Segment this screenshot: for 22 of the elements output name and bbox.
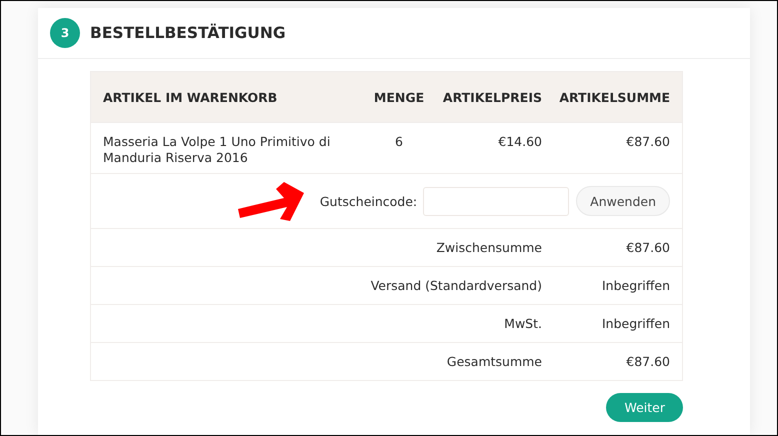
summary-label: Zwischensumme — [436, 240, 542, 256]
step-number: 3 — [50, 18, 80, 48]
line-total: €87.60 — [626, 134, 670, 150]
quantity-text: 6 — [395, 134, 403, 150]
arrow-drawing — [236, 179, 306, 223]
column-header: MENGE — [359, 72, 439, 122]
summary-value: Inbegriffen — [602, 316, 670, 332]
product-name: Masseria La Volpe 1 Uno Primitivo di Manduria Riserva 2016 — [103, 134, 332, 166]
unit-price: €14.60 — [498, 134, 542, 150]
coupon-label: Gutscheincode: — [320, 194, 418, 208]
apply-button[interactable]: Anwenden — [576, 186, 670, 216]
summary-label: MwSt. — [504, 316, 542, 332]
summary-value: €87.60 — [626, 354, 670, 370]
summary-value: €87.60 — [626, 240, 670, 256]
coupon-field[interactable] — [423, 186, 570, 216]
section-title: BESTELLBESTÄTIGUNG — [90, 24, 286, 42]
summary-value: Inbegriffen — [602, 278, 670, 294]
column-header: ARTIKELSUMME — [554, 72, 682, 122]
summary-label: Versand (Standardversand) — [370, 278, 542, 294]
column-header: ARTIKEL IM WARENKORB — [91, 72, 359, 122]
summary-label: Gesamtsumme — [446, 354, 542, 370]
column-header: ARTIKELPREIS — [439, 72, 554, 122]
